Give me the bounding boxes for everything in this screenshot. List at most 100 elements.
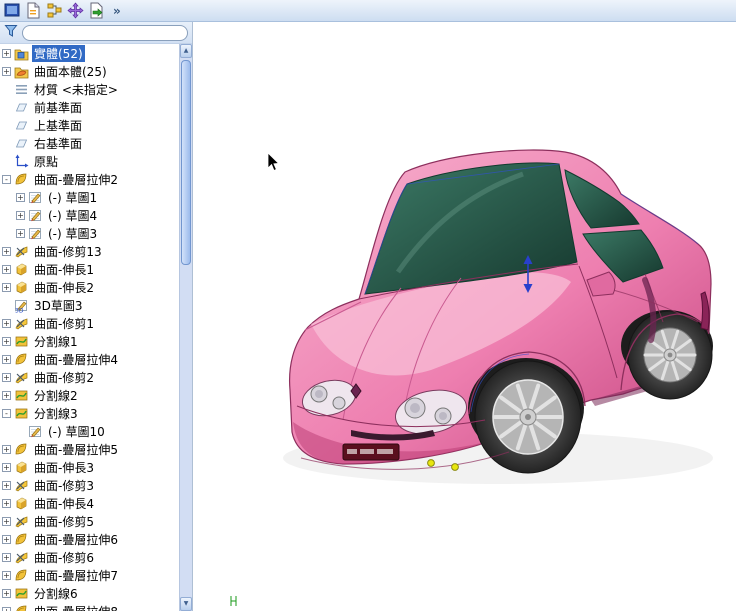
tree-item[interactable]: + 曲面-伸長2 <box>0 278 179 296</box>
sketch-icon <box>28 208 43 223</box>
tree-item[interactable]: + 曲面-疊層拉伸5 <box>0 440 179 458</box>
window-icon[interactable] <box>3 1 22 20</box>
tree-item-label: 分割線2 <box>34 388 78 403</box>
expand-box[interactable]: + <box>2 48 11 58</box>
expand-box[interactable]: + <box>2 372 11 382</box>
move-component-icon[interactable] <box>66 1 85 20</box>
scroll-up-arrow[interactable]: ▲ <box>180 44 192 58</box>
loft-icon <box>14 532 29 547</box>
tree-item-label: 曲面-修剪3 <box>34 478 94 493</box>
import-export-icon[interactable] <box>87 1 106 20</box>
tree-item[interactable]: 上基準面 <box>0 116 179 134</box>
expand-box[interactable]: + <box>2 552 11 562</box>
plane-icon <box>14 100 29 115</box>
scrollbar-thumb[interactable] <box>181 60 191 265</box>
expand-box[interactable]: + <box>2 462 11 472</box>
tree-item[interactable]: 原點 <box>0 152 179 170</box>
tree-item[interactable]: + 曲面-疊層拉伸6 <box>0 530 179 548</box>
tree-item-label: 曲面-疊層拉伸5 <box>34 442 118 457</box>
expand-box[interactable]: + <box>16 192 25 202</box>
tree-item[interactable]: + 曲面-修剪6 <box>0 548 179 566</box>
tree-item[interactable]: + 曲面-疊層拉伸7 <box>0 566 179 584</box>
tree-item[interactable]: - 曲面-疊層拉伸2 <box>0 170 179 188</box>
expand-box[interactable]: + <box>2 318 11 328</box>
expand-box[interactable]: + <box>2 606 11 611</box>
sketch-icon <box>28 424 43 439</box>
tree-item[interactable]: 材質 <未指定> <box>0 80 179 98</box>
expand-box[interactable]: + <box>2 480 11 490</box>
fog-point-1[interactable] <box>427 459 435 467</box>
trim-icon <box>14 478 29 493</box>
loft-icon <box>14 442 29 457</box>
expand-box[interactable]: + <box>2 336 11 346</box>
fog-point-2[interactable] <box>451 463 459 471</box>
tree-item[interactable]: 3D 3D草圖3 <box>0 296 179 314</box>
tree-filter-input[interactable] <box>22 24 188 41</box>
tree-item[interactable]: + 分割線2 <box>0 386 179 404</box>
trim-icon <box>14 316 29 331</box>
expand-box[interactable]: + <box>2 66 11 76</box>
tree-item[interactable]: 右基準面 <box>0 134 179 152</box>
expand-box[interactable]: + <box>16 210 25 220</box>
tree-item[interactable]: + 分割線1 <box>0 332 179 350</box>
tree-item[interactable]: + 曲面-修剪3 <box>0 476 179 494</box>
sketch-icon <box>28 190 43 205</box>
tree-item[interactable]: + (-) 草圖3 <box>0 224 179 242</box>
expand-box[interactable]: + <box>2 444 11 454</box>
scroll-down-arrow[interactable]: ▼ <box>180 597 192 611</box>
expand-box[interactable]: + <box>2 264 11 274</box>
tree-item[interactable]: - 分割線3 <box>0 404 179 422</box>
expand-box[interactable]: + <box>2 354 11 364</box>
tree-item[interactable]: + 曲面本體(25) <box>0 62 179 80</box>
tree-item-label: 曲面-修剪1 <box>34 316 94 331</box>
plane-icon <box>14 136 29 151</box>
tree-item[interactable]: + 曲面-伸長4 <box>0 494 179 512</box>
expand-box[interactable]: + <box>2 498 11 508</box>
expand-box[interactable]: + <box>2 246 11 256</box>
tree-item[interactable]: (-) 草圖10 <box>0 422 179 440</box>
feature-manager-panel: + 實體(52) + 曲面本體(25) 材質 <未指定> 前基準面 上基準面 右基準面 原點 - 曲… <box>0 22 193 611</box>
collapse-box[interactable]: - <box>2 408 11 418</box>
tree-item[interactable]: + 曲面-疊層拉伸4 <box>0 350 179 368</box>
expand-box[interactable]: + <box>2 570 11 580</box>
tree-item-label: 曲面-修剪13 <box>34 244 102 259</box>
expand-box[interactable]: + <box>16 228 25 238</box>
feature-filter-row <box>0 22 192 44</box>
new-document-icon[interactable] <box>24 1 43 20</box>
tree-item[interactable]: + 實體(52) <box>0 44 179 62</box>
tree-item[interactable]: + 曲面-修剪5 <box>0 512 179 530</box>
tree-item[interactable]: + (-) 草圖1 <box>0 188 179 206</box>
tree-item[interactable]: + (-) 草圖4 <box>0 206 179 224</box>
tree-item-label: 曲面-修剪5 <box>34 514 94 529</box>
tree-item[interactable]: + 曲面-伸長3 <box>0 458 179 476</box>
loft-icon <box>14 568 29 583</box>
main-toolbar: » <box>0 0 736 22</box>
tree-item[interactable]: + 曲面-修剪2 <box>0 368 179 386</box>
tree-item[interactable]: + 曲面-修剪13 <box>0 242 179 260</box>
extrude-icon <box>14 496 29 511</box>
tree-item-label: 實體(52) <box>32 44 85 62</box>
tree-item[interactable]: + 曲面-疊層拉伸8 <box>0 602 179 611</box>
tree-item[interactable]: + 曲面-修剪1 <box>0 314 179 332</box>
graphics-viewport[interactable] <box>193 22 736 611</box>
filter-funnel-icon[interactable] <box>4 23 18 42</box>
tree-scrollbar[interactable]: ▲ ▼ <box>179 44 192 611</box>
toolbar-overflow-chevron[interactable]: » <box>113 4 121 18</box>
solids-folder-icon <box>14 46 29 61</box>
expand-box[interactable]: + <box>2 282 11 292</box>
tree-item-label: 右基準面 <box>34 136 83 151</box>
expand-box[interactable]: + <box>2 390 11 400</box>
assembly-structure-icon[interactable] <box>45 1 64 20</box>
collapse-box[interactable]: - <box>2 174 11 184</box>
tree-item[interactable]: + 曲面-伸長1 <box>0 260 179 278</box>
tree-item[interactable]: 前基準面 <box>0 98 179 116</box>
expand-box[interactable]: + <box>2 588 11 598</box>
car-model[interactable] <box>193 22 736 611</box>
expand-box[interactable]: + <box>2 516 11 526</box>
tree-item[interactable]: + 分割線6 <box>0 584 179 602</box>
expand-box[interactable]: + <box>2 534 11 544</box>
extrude-icon <box>14 262 29 277</box>
